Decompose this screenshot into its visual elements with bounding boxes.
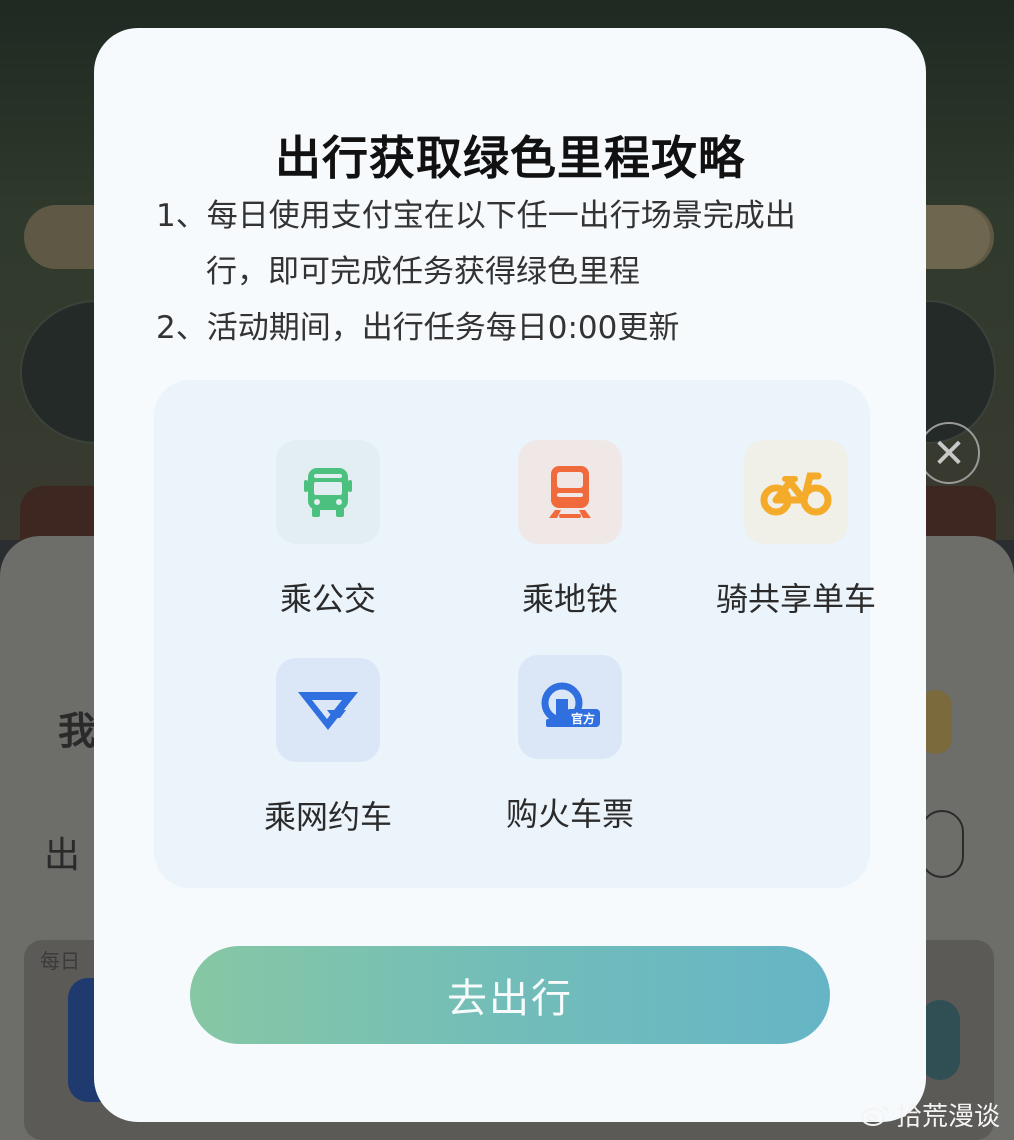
bike-icon: [744, 440, 848, 544]
dialog-title: 出行获取绿色里程攻略: [275, 131, 745, 185]
travel-scenes-panel: 乘公交 乘地铁 骑共享单车 乘网约车 官方 购火车票: [154, 380, 876, 888]
background-teal-block: [920, 1000, 960, 1080]
rule-1-line-1: 1、每日使用支付宝在以下任一出行场景完成出: [156, 198, 796, 234]
scene-train-ticket[interactable]: 官方 购火车票: [460, 655, 680, 835]
watermark: 拾荒漫谈: [860, 1096, 1000, 1133]
scene-bus[interactable]: 乘公交: [218, 440, 438, 620]
bus-icon: [276, 440, 380, 544]
scene-label: 乘地铁: [521, 580, 618, 618]
watermark-text: 拾荒漫谈: [896, 1102, 1001, 1132]
weibo-logo-icon: [861, 1105, 889, 1126]
close-button[interactable]: ✕: [918, 422, 980, 484]
train-ticket-icon: 官方: [518, 655, 622, 759]
official-badge: 官方: [571, 711, 595, 726]
metro-icon: [518, 440, 622, 544]
scene-label: 乘网约车: [263, 798, 392, 836]
background-row-label: 出: [44, 835, 81, 876]
scene-label: 骑共享单车: [715, 580, 876, 618]
rule-1-line-2: 行，即可完成任务获得绿色里程: [206, 254, 640, 290]
scene-shared-bike[interactable]: 骑共享单车: [686, 440, 906, 620]
close-icon: ✕: [932, 431, 966, 477]
ride-hailing-icon: [276, 658, 380, 762]
scene-label: 乘公交: [279, 580, 376, 618]
rule-2: 2、活动期间，出行任务每日0:00更新: [156, 310, 680, 346]
scene-label: 购火车票: [505, 795, 634, 833]
strategy-dialog: 出行获取绿色里程攻略 1、每日使用支付宝在以下任一出行场景完成出 行，即可完成任…: [94, 28, 926, 1122]
screen: 我 出 每日 ✕ 出行获取绿色里程攻略 1、每日使用支付宝在以下任一出行场景完成…: [0, 0, 1014, 1140]
background-section-title: 我: [58, 709, 97, 753]
background-daily-label: 每日: [40, 949, 80, 973]
scene-ride-hailing[interactable]: 乘网约车: [218, 658, 438, 838]
background-ring: [920, 810, 964, 878]
scene-metro[interactable]: 乘地铁: [460, 440, 680, 620]
go-travel-button[interactable]: 去出行: [190, 946, 830, 1044]
